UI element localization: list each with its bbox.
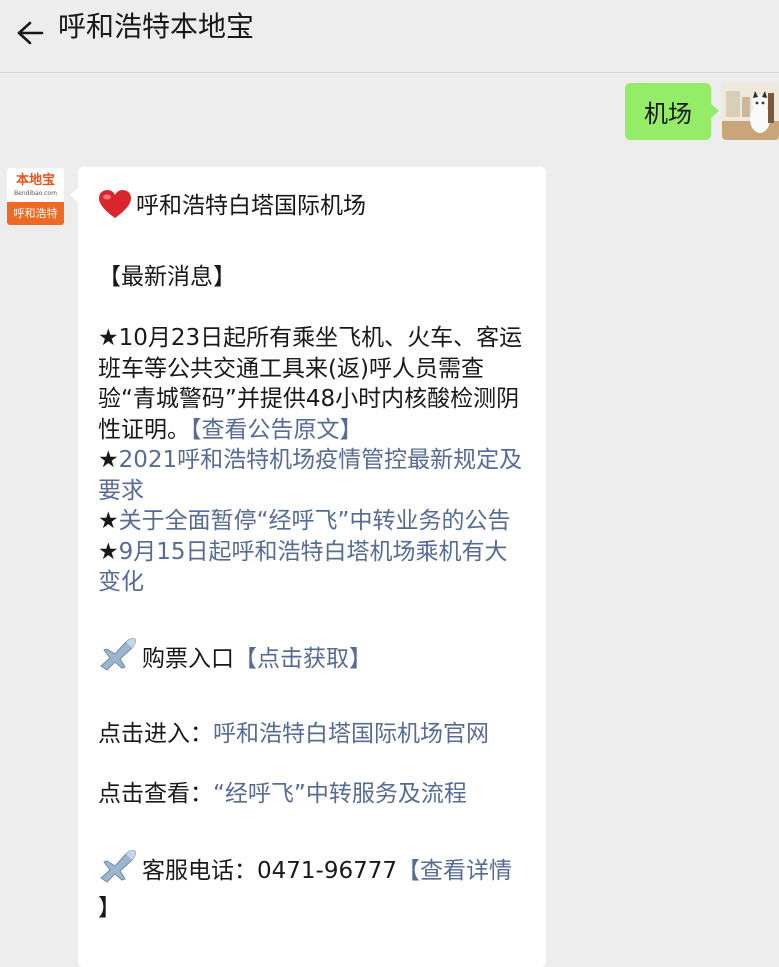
ticket-line: 购票入口【点击获取】 — [98, 636, 526, 681]
back-arrow-icon[interactable] — [12, 16, 46, 50]
ticket-label: 购票入口 — [142, 646, 234, 672]
ticket-link[interactable]: 【点击获取】 — [234, 646, 372, 672]
official-site-link[interactable]: 呼和浩特白塔国际机场官网 — [213, 721, 489, 747]
star-bullet: ★ — [98, 447, 119, 473]
enter-label: 点击进入： — [98, 721, 213, 747]
bot-avatar[interactable]: 本地宝 Bendibao.com 呼和浩特 — [7, 168, 64, 225]
avatar-domain: Bendibao.com — [14, 190, 57, 197]
user-message-text: 机场 — [644, 100, 692, 128]
transfer-service-link[interactable]: “经呼飞”中转服务及流程 — [213, 781, 467, 807]
star-bullet: ★ — [98, 538, 119, 565]
view-line: 点击查看：“经呼飞”中转服务及流程 — [98, 779, 526, 810]
news-item-2-link[interactable]: 2021呼和浩特机场疫情管控最新规定及要求 — [98, 447, 522, 504]
news-item-2: ★2021呼和浩特机场疫情管控最新规定及要求 — [98, 445, 526, 506]
chat-title: 呼和浩特本地宝 — [58, 10, 255, 43]
news-item-3: ★关于全面暂停“经呼飞”中转业务的公告 — [98, 506, 526, 537]
avatar-city: 呼和浩特 — [7, 202, 64, 225]
chat-header: 呼和浩特本地宝 — [0, 0, 779, 73]
news-item-3-link[interactable]: 关于全面暂停“经呼飞”中转业务的公告 — [119, 508, 511, 534]
heading-text: 呼和浩特白塔国际机场 — [136, 193, 366, 219]
enter-line: 点击进入：呼和浩特白塔国际机场官网 — [98, 719, 526, 750]
news-item-4-link[interactable]: 9月15日起呼和浩特白塔机场乘机有大变化 — [98, 539, 508, 596]
section-title: 【最新消息】 — [98, 264, 236, 290]
news-item-1: ★10月23日起所有乘坐飞机、火车、客运班车等公共交通工具来(返)呼人员需查验“… — [98, 323, 526, 445]
cat-avatar-icon — [722, 83, 779, 140]
service-label: 客服电话：0471-96777 — [142, 858, 397, 884]
airplane-icon — [98, 636, 138, 681]
heading-line: 呼和浩特白塔国际机场 — [98, 189, 526, 228]
service-detail-link[interactable]: 【查看详情 — [397, 858, 512, 884]
airplane-icon — [98, 848, 138, 893]
heart-icon — [98, 189, 132, 228]
service-line: 客服电话：0471-96777【查看详情 — [98, 848, 526, 893]
user-avatar[interactable] — [722, 83, 779, 140]
bot-message-bubble: 呼和浩特白塔国际机场 【最新消息】 ★10月23日起所有乘坐飞机、火车、客运班车… — [70, 167, 546, 967]
service-link-end: 】 — [98, 894, 121, 921]
avatar-logo-area: 本地宝 Bendibao.com — [7, 168, 64, 202]
news-item-4: ★9月15日起呼和浩特白塔机场乘机有大变化 — [98, 537, 526, 598]
star-bullet: ★ — [98, 508, 119, 534]
view-label: 点击查看： — [98, 781, 213, 807]
news-item-1-link[interactable]: 【查看公告原文】 — [190, 417, 363, 443]
user-message-bubble[interactable]: 机场 — [625, 83, 719, 140]
avatar-brand-name: 本地宝 — [15, 173, 55, 188]
